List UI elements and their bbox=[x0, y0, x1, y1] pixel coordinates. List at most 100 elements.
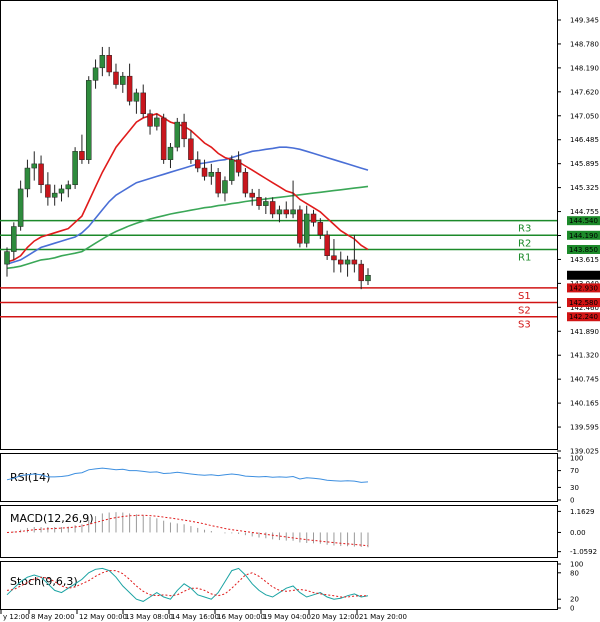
rsi-tick-label: 100 bbox=[570, 455, 583, 463]
time-tick-label: 8 May 20:00 bbox=[31, 613, 75, 621]
time-tick-label: 14 May 16:00 bbox=[171, 613, 219, 621]
candle-body bbox=[344, 259, 351, 265]
candle bbox=[174, 117, 181, 152]
candle-body bbox=[249, 192, 255, 198]
candle-body bbox=[38, 163, 44, 186]
candle-body bbox=[297, 209, 303, 244]
level-name-r2: R2 bbox=[518, 238, 531, 249]
candle-body bbox=[229, 159, 235, 181]
candle-body bbox=[160, 117, 167, 160]
candle-body bbox=[181, 121, 187, 140]
level-price-s1: 142.930 bbox=[569, 284, 598, 292]
candle-body bbox=[283, 209, 290, 215]
candle-body bbox=[338, 259, 344, 265]
time-tick-label: 16 May 00:00 bbox=[217, 613, 265, 621]
time-tick-label: 20 May 12:00 bbox=[311, 613, 359, 621]
candle-body bbox=[133, 92, 140, 102]
candle-body bbox=[188, 138, 194, 160]
candle-body bbox=[4, 251, 10, 265]
candle-body bbox=[51, 192, 58, 198]
level-name-r3: R3 bbox=[518, 224, 531, 235]
candle-body bbox=[290, 209, 296, 215]
candle-body bbox=[45, 184, 51, 198]
candle-body bbox=[303, 213, 310, 244]
candle-body bbox=[92, 67, 99, 81]
candle bbox=[215, 168, 221, 198]
candle-body bbox=[194, 159, 201, 169]
candle-body bbox=[263, 201, 269, 206]
candle-body bbox=[208, 171, 215, 177]
stoch-tick-label: 100 bbox=[570, 561, 583, 569]
candle-body bbox=[222, 180, 228, 194]
candle-body bbox=[365, 275, 371, 282]
candle-body bbox=[11, 226, 17, 252]
price-tick-label: 148.780 bbox=[570, 40, 599, 48]
candle-body bbox=[215, 171, 221, 194]
candle-body bbox=[120, 75, 126, 85]
candle-body bbox=[72, 151, 78, 186]
rsi-tick-label: 0 bbox=[570, 497, 574, 505]
candle-body bbox=[276, 209, 283, 215]
price-tick-label: 140.165 bbox=[570, 400, 599, 408]
candle-body bbox=[147, 113, 153, 127]
rsi-tick-label: 70 bbox=[570, 467, 579, 475]
macd-title: MACD(12,26,9) bbox=[10, 512, 94, 525]
time-tick-label: y 12:00 bbox=[3, 613, 30, 621]
price-tick-label: 147.620 bbox=[570, 88, 599, 96]
candle-body bbox=[99, 55, 106, 69]
candle-body bbox=[201, 167, 208, 177]
macd-tick-label: -1.0592 bbox=[570, 548, 597, 556]
candle bbox=[72, 147, 78, 189]
price-tick-label: 141.890 bbox=[570, 328, 599, 336]
candle-body bbox=[79, 151, 85, 160]
candle-body bbox=[17, 188, 24, 227]
level-price-r1: 143.850 bbox=[569, 246, 598, 254]
candle-body bbox=[324, 234, 330, 257]
candle bbox=[324, 230, 330, 260]
macd-tick-label: 1.1629 bbox=[570, 508, 595, 516]
stoch-panel-frame bbox=[0, 561, 558, 610]
level-name-s3: S3 bbox=[518, 320, 531, 331]
price-tick-label: 147.050 bbox=[570, 112, 599, 120]
price-tick-label: 140.745 bbox=[570, 376, 599, 384]
candle-body bbox=[174, 121, 181, 148]
candle-body bbox=[358, 263, 364, 282]
candle-body bbox=[106, 55, 112, 73]
candle-body bbox=[351, 259, 358, 265]
stoch-tick-label: 0 bbox=[570, 605, 574, 613]
candle-body bbox=[331, 255, 337, 261]
candle-body bbox=[310, 213, 317, 223]
time-tick-label: 21 May 20:00 bbox=[359, 613, 407, 621]
level-price-s2: 142.580 bbox=[569, 299, 598, 307]
rsi-panel-frame bbox=[0, 453, 558, 502]
level-price-r2: 144.190 bbox=[569, 232, 598, 240]
candle-body bbox=[167, 146, 174, 160]
price-tick-label: 141.320 bbox=[570, 352, 599, 360]
macd-tick-label: 0.00 bbox=[570, 529, 586, 537]
time-tick-label: 12 May 00:00 bbox=[79, 613, 127, 621]
price-tick-label: 144.755 bbox=[570, 208, 599, 216]
level-name-s1: S1 bbox=[518, 291, 531, 302]
candle-body bbox=[235, 159, 242, 173]
candle bbox=[242, 168, 249, 198]
candle-body bbox=[126, 75, 133, 102]
candle-body bbox=[58, 188, 65, 194]
level-price-r3: 144.540 bbox=[569, 217, 598, 225]
price-tick-label: 149.345 bbox=[570, 17, 599, 25]
candle-body bbox=[256, 197, 262, 206]
price-tick-label: 146.485 bbox=[570, 136, 599, 144]
price-tick-label: 143.615 bbox=[570, 256, 599, 264]
candle-body bbox=[85, 80, 92, 160]
candle-body bbox=[24, 167, 31, 190]
candle bbox=[229, 155, 235, 185]
candle-body bbox=[269, 201, 276, 215]
stoch-tick-label: 80 bbox=[570, 569, 579, 577]
level-name-r1: R1 bbox=[518, 252, 531, 263]
current-price-label: 143.233 bbox=[569, 272, 598, 280]
candle-body bbox=[140, 92, 146, 115]
price-panel-frame bbox=[0, 0, 558, 450]
time-axis: y 12:00 8 May 20:00 12 May 00:0013 May 08:… bbox=[0, 610, 407, 621]
candle-body bbox=[242, 171, 249, 194]
candle-body bbox=[113, 71, 119, 85]
price-tick-label: 145.895 bbox=[570, 160, 599, 168]
